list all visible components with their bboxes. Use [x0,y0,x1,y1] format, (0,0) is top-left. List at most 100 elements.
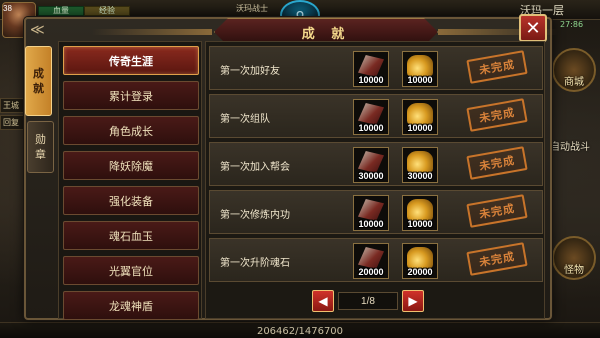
category-label: 光翼官位 [109,264,153,278]
tab-medals[interactable]: 勋 章 [27,121,54,173]
reward-gold[interactable]: 30000 [402,147,438,183]
red-crystal-icon [358,103,384,125]
exp-readout: 206462/1476700 [256,326,344,337]
left-tag-1[interactable]: 回复 [0,115,26,130]
achievement-label: 第一次加入帮会 [220,162,290,173]
left-side-tags: 王城 回复 [0,98,26,132]
achievement-row: 第一次升阶魂石 20000 20000 未完成 [209,238,543,282]
title-wing-left [92,29,212,35]
status-label: 未完成 [478,249,516,270]
category-soulstone[interactable]: 魂石血玉 [63,221,199,250]
category-demon-slaying[interactable]: 降妖除魔 [63,151,199,180]
reward-gold[interactable]: 10000 [402,51,438,87]
tab-medals-char2: 章 [35,148,46,161]
triangle-right-icon: ▶ [408,294,418,308]
status-stamp: 未完成 [466,98,528,132]
reward-amount: 30000 [407,171,433,181]
tab-achievements-char1: 成 [33,67,44,80]
reward-amount: 20000 [358,267,384,277]
reward-gold[interactable]: 10000 [402,195,438,231]
category-dragon-shield[interactable]: 龙魂神盾 [63,291,199,320]
reward-crystal[interactable]: 10000 [353,195,389,231]
red-crystal-icon [358,247,384,269]
red-crystal-icon [358,199,384,221]
status-stamp: 未完成 [466,194,528,228]
reward-amount: 10000 [407,219,433,229]
player-level: 38 [3,4,12,13]
category-label: 累计登录 [109,89,153,103]
reward-amount: 20000 [407,267,433,277]
boss-button[interactable]: 怪物 [552,236,596,280]
reward-amount: 10000 [358,75,384,85]
triangle-left-icon: ◀ [318,294,328,308]
shop-button[interactable]: 商城 [552,48,596,92]
reward-crystal[interactable]: 30000 [353,147,389,183]
reward-gold[interactable]: 20000 [402,243,438,279]
boss-label: 怪物 [564,265,584,276]
close-button[interactable]: ✕ [519,14,547,42]
gold-pile-icon [407,151,433,173]
achievement-row: 第一次加好友 10000 10000 未完成 [209,46,543,90]
gold-pile-icon [407,247,433,269]
category-label: 龙魂神盾 [109,299,153,313]
status-stamp: 未完成 [466,146,528,180]
player-name: 沃玛战士 [236,4,268,13]
achievement-row: 第一次修炼内功 10000 10000 未完成 [209,190,543,234]
close-icon: ✕ [525,17,541,39]
category-label: 魂石血玉 [109,229,153,243]
status-label: 未完成 [478,153,516,174]
status-label: 未完成 [478,57,516,78]
exp-label: 经验 [99,6,115,15]
prev-page-button[interactable]: ◀ [312,290,334,312]
gold-pile-icon [407,55,433,77]
achievement-row: 第一次组队 10000 10000 未完成 [209,94,543,138]
exp-bar: 经验 [84,6,130,16]
reward-amount: 10000 [358,219,384,229]
achievement-label: 第一次修炼内功 [220,210,290,221]
status-label: 未完成 [478,105,516,126]
next-page-button[interactable]: ▶ [402,290,424,312]
reward-amount: 30000 [358,171,384,181]
auto-battle-button[interactable]: 自动战斗 [550,138,590,153]
reward-gold[interactable]: 10000 [402,99,438,135]
achievement-label: 第一次加好友 [220,66,280,77]
category-growth[interactable]: 角色成长 [63,116,199,145]
reward-amount: 10000 [407,75,433,85]
category-label: 强化装备 [109,194,153,208]
reward-amount: 10000 [358,123,384,133]
gold-pile-icon [407,199,433,221]
corner-ornament-icon: ≪ [30,22,45,38]
category-login[interactable]: 累计登录 [63,81,199,110]
tab-achievements[interactable]: 成 就 [25,46,52,116]
shop-label: 商城 [564,77,584,88]
status-stamp: 未完成 [466,242,528,276]
category-label: 角色成长 [109,124,153,138]
status-label: 未完成 [478,201,516,222]
hp-bar: 血量 [38,6,84,16]
category-list: 传奇生涯 累计登录 角色成长 降妖除魔 强化装备 魂石血玉 光翼官位 龙魂神盾 [58,41,202,320]
achievement-list: 第一次加好友 10000 10000 未完成 第一次组队 10000 10000… [205,41,545,319]
reward-crystal[interactable]: 20000 [353,243,389,279]
achievement-label: 第一次组队 [220,114,270,125]
reward-amount: 10000 [407,123,433,133]
category-label: 降妖除魔 [109,159,153,173]
reward-crystal[interactable]: 10000 [353,99,389,135]
left-tag-0[interactable]: 王城 [0,98,26,113]
pagination: ◀ 1/8 ▶ [205,284,545,318]
achievement-label: 第一次升阶魂石 [220,258,290,269]
achievement-row: 第一次加入帮会 30000 30000 未完成 [209,142,543,186]
category-wings-rank[interactable]: 光翼官位 [63,256,199,285]
red-crystal-icon [358,55,384,77]
map-coords: 27:86 [560,20,584,29]
tab-medals-char1: 勋 [35,133,46,146]
category-label: 传奇生涯 [109,54,153,68]
red-crystal-icon [358,151,384,173]
dialog-title: 成 就 [301,26,351,42]
hp-label: 血量 [53,6,69,15]
category-enhance-gear[interactable]: 强化装备 [63,186,199,215]
gold-pile-icon [407,103,433,125]
status-stamp: 未完成 [466,50,528,84]
reward-crystal[interactable]: 10000 [353,51,389,87]
category-legend-career[interactable]: 传奇生涯 [63,46,199,75]
page-indicator: 1/8 [338,292,398,310]
